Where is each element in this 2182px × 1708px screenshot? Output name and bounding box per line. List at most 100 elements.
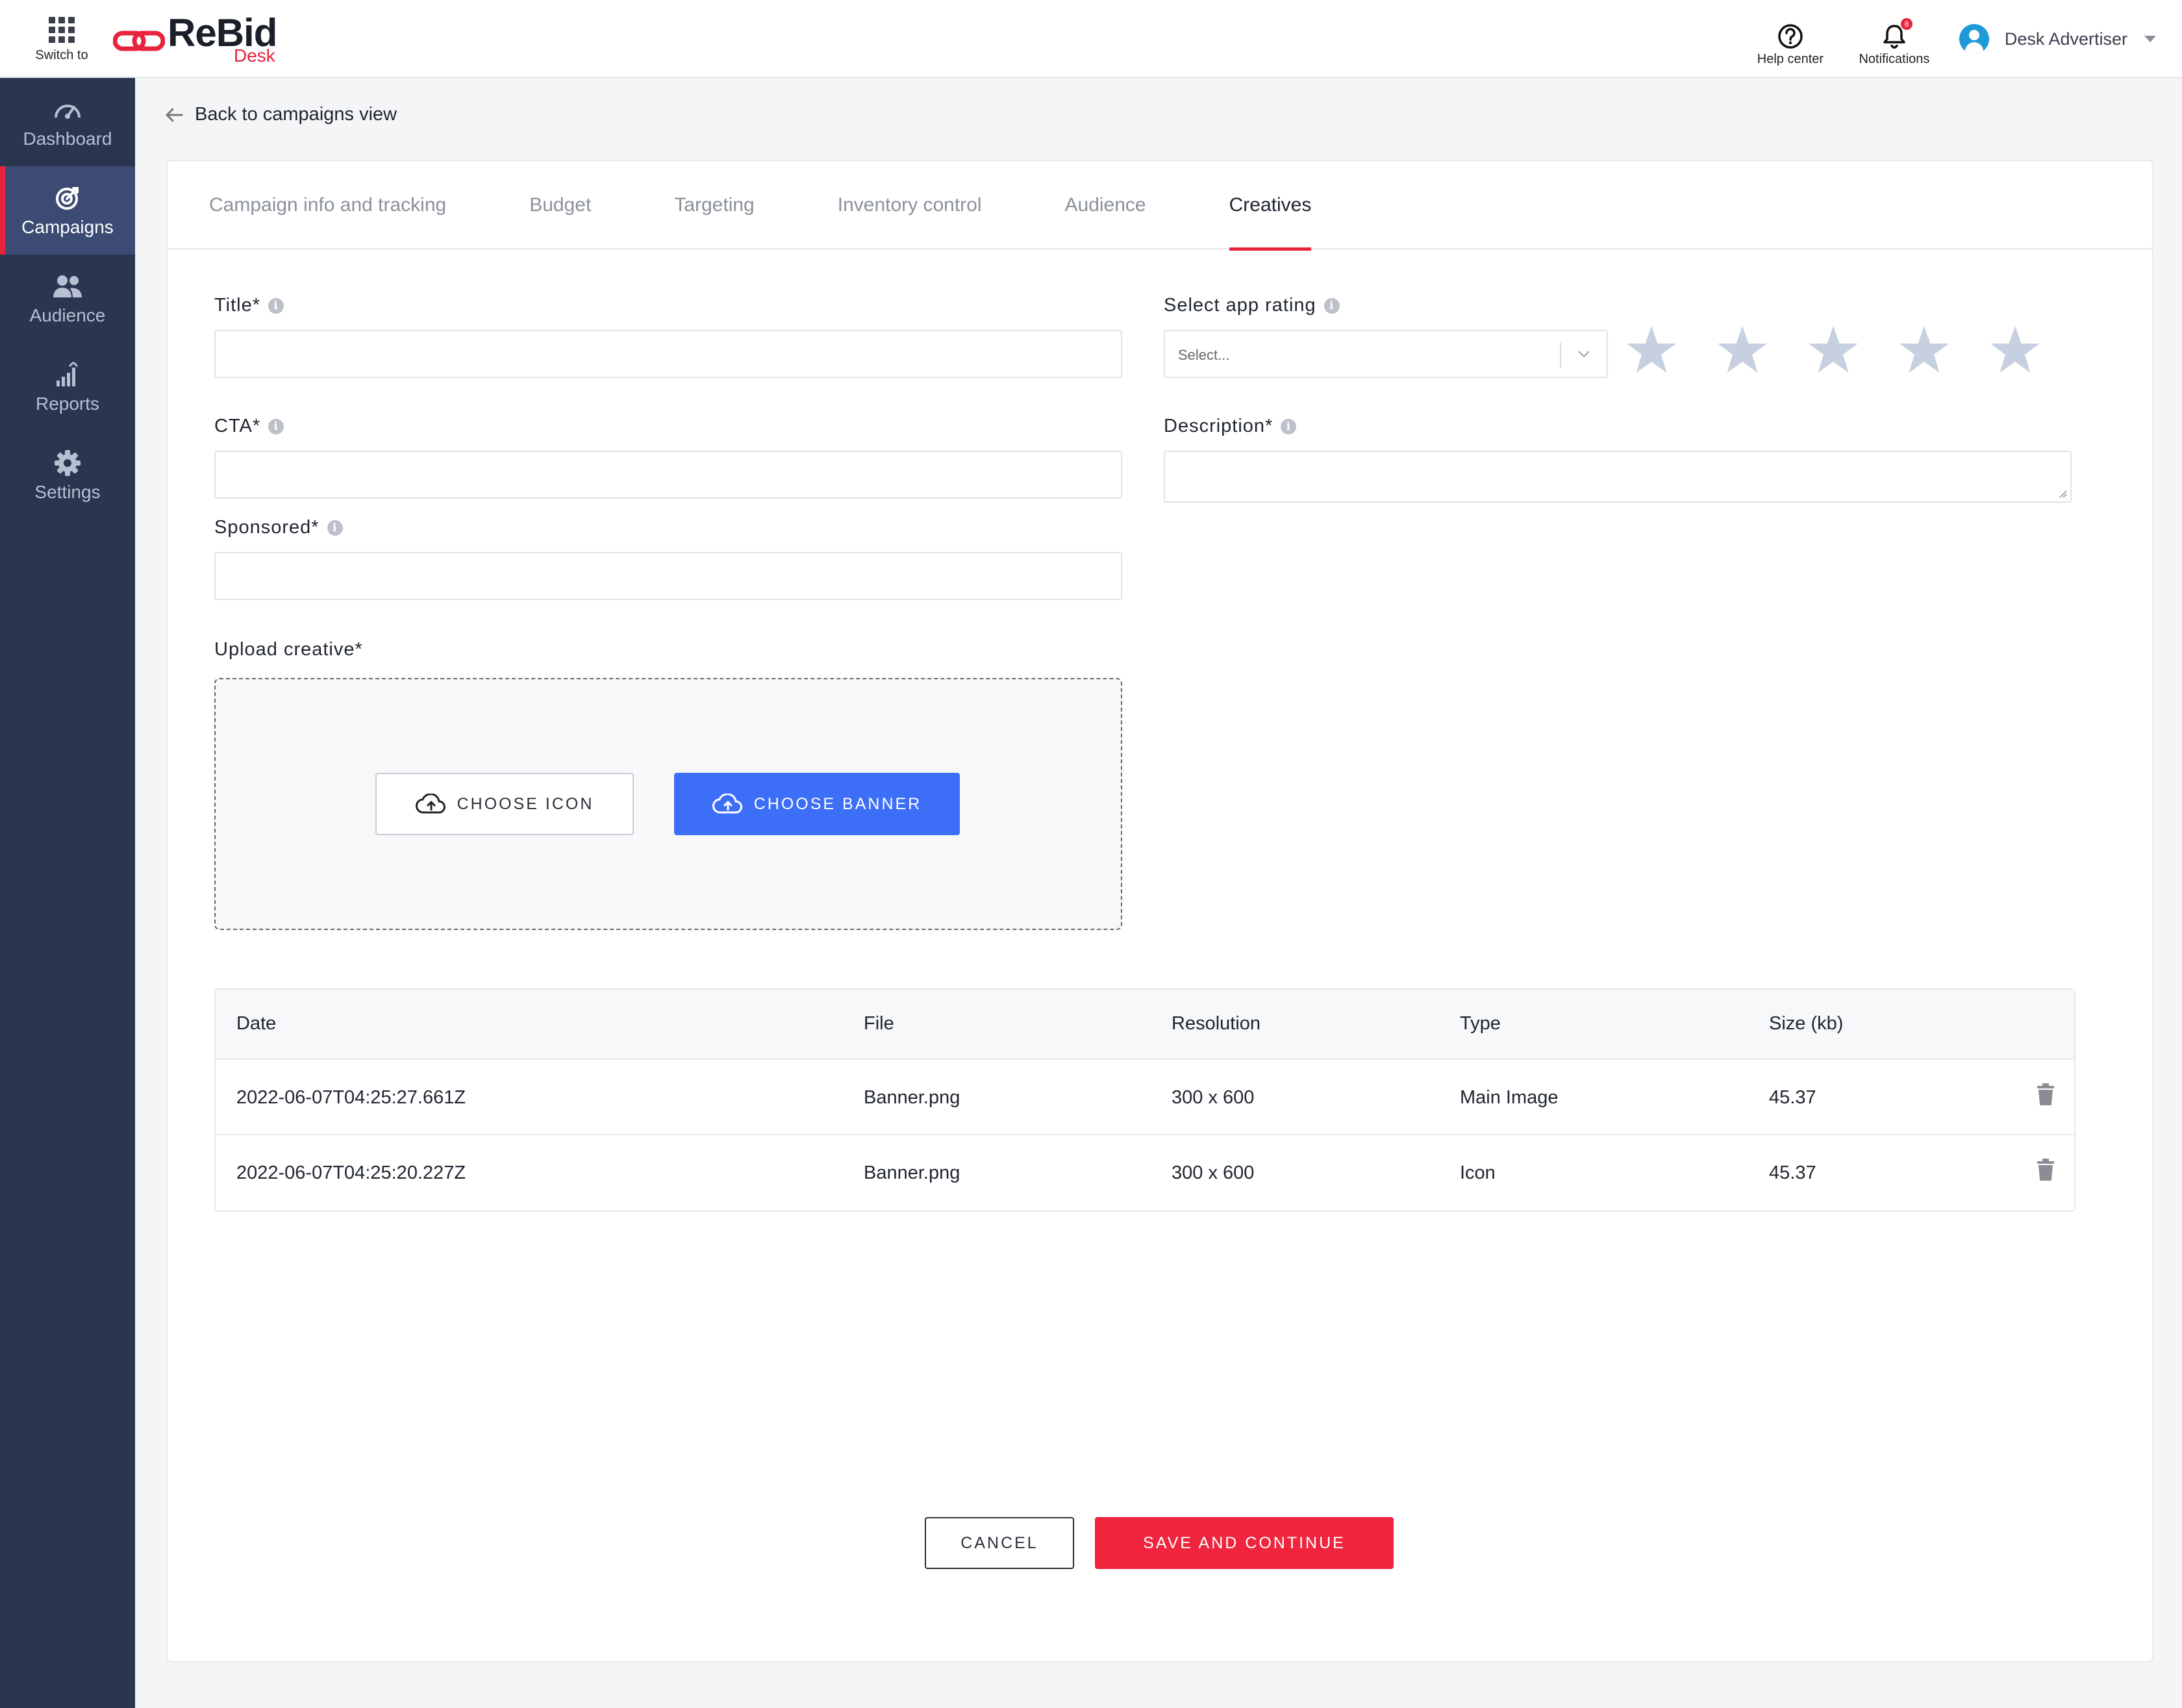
user-name: Desk Advertiser	[2004, 29, 2127, 49]
notifications-button[interactable]: 8 Notifications	[1842, 12, 1946, 67]
chevron-down-icon	[1578, 351, 1590, 358]
help-center-button[interactable]: Help center	[1738, 12, 1842, 67]
cell-resolution: 300 x 600	[1172, 1087, 1255, 1108]
sidebar-item-dashboard[interactable]: Dashboard	[0, 78, 135, 166]
cell-date: 2022-06-07T04:25:20.227Z	[236, 1162, 466, 1183]
sidebar-item-label: Dashboard	[23, 129, 112, 149]
info-icon[interactable]: i	[268, 418, 284, 434]
title-label: Title* i	[214, 295, 284, 316]
column-header-size[interactable]: Size (kb)	[1769, 1013, 1843, 1035]
info-icon[interactable]: i	[327, 520, 343, 536]
title-input[interactable]	[214, 330, 1122, 378]
user-menu[interactable]: Desk Advertiser	[1959, 24, 2156, 54]
cloud-upload-icon	[712, 794, 742, 814]
cell-date: 2022-06-07T04:25:27.661Z	[236, 1087, 466, 1108]
column-header-file[interactable]: File	[864, 1013, 894, 1035]
people-icon	[53, 275, 82, 297]
upload-creative-label: Upload creative*	[214, 639, 363, 660]
help-center-label: Help center	[1757, 51, 1824, 66]
sponsored-input[interactable]	[214, 552, 1122, 600]
campaign-tabs: Campaign info and tracking Budget Target…	[168, 161, 2152, 251]
column-header-resolution[interactable]: Resolution	[1172, 1013, 1260, 1035]
table-header: Date File Resolution Type Size (kb)	[216, 990, 2074, 1060]
info-icon[interactable]: i	[1281, 418, 1297, 434]
description-label-text: Description*	[1164, 416, 1273, 436]
arrow-left-icon	[166, 108, 183, 121]
avatar	[1959, 24, 1989, 54]
sidebar-item-label: Settings	[34, 482, 101, 502]
table-row: 2022-06-07T04:25:20.227Z Banner.png 300 …	[216, 1135, 2074, 1211]
app-rating-select[interactable]: Select...	[1164, 330, 1608, 378]
notification-count-badge: 8	[1900, 18, 1912, 30]
campaign-editor-panel: Campaign info and tracking Budget Target…	[166, 160, 2153, 1663]
apps-grid-icon	[49, 17, 75, 43]
rebid-logo[interactable]: ReBid Desk	[110, 9, 292, 68]
tab-campaign-info[interactable]: Campaign info and tracking	[209, 161, 446, 249]
description-label: Description* i	[1164, 416, 1297, 437]
tab-budget[interactable]: Budget	[529, 161, 591, 249]
tab-audience[interactable]: Audience	[1065, 161, 1146, 249]
sidebar-item-settings[interactable]: Settings	[0, 431, 135, 520]
star-icon[interactable]	[1625, 325, 1678, 380]
column-header-date[interactable]: Date	[236, 1013, 276, 1035]
upload-dropzone[interactable]: CHOOSE ICON CHOOSE BANNER	[214, 678, 1122, 930]
trash-icon[interactable]	[2037, 1159, 2055, 1181]
target-icon	[56, 187, 79, 210]
cell-type: Main Image	[1460, 1087, 1559, 1108]
notifications-label: Notifications	[1859, 51, 1930, 66]
app-rating-label: Select app rating i	[1164, 295, 1340, 316]
star-icon[interactable]	[1898, 325, 1951, 380]
gear-icon	[55, 450, 81, 476]
cell-file: Banner.png	[864, 1162, 960, 1183]
sidebar-item-reports[interactable]: Reports	[0, 343, 135, 431]
info-icon[interactable]: i	[1323, 297, 1340, 314]
select-separator	[1560, 343, 1561, 368]
cell-type: Icon	[1460, 1162, 1496, 1183]
app-rating-stars	[1625, 325, 2079, 380]
sponsored-label-text: Sponsored*	[214, 517, 320, 538]
switch-to-label: Switch to	[35, 48, 88, 62]
choose-banner-button[interactable]: CHOOSE BANNER	[674, 773, 960, 835]
back-link-label: Back to campaigns view	[195, 104, 397, 125]
link-logo-icon	[113, 31, 165, 51]
sidebar: Dashboard Campaigns Audience Reports Set…	[0, 78, 135, 1708]
tab-creatives[interactable]: Creatives	[1229, 161, 1311, 251]
logo-subtitle: Desk	[234, 45, 275, 66]
sponsored-label: Sponsored* i	[214, 517, 343, 538]
cloud-upload-icon	[415, 794, 445, 814]
choose-banner-label: CHOOSE BANNER	[753, 794, 922, 813]
save-and-continue-button[interactable]: SAVE AND CONTINUE	[1095, 1517, 1394, 1569]
trash-icon[interactable]	[2037, 1083, 2055, 1105]
choose-icon-label: CHOOSE ICON	[457, 794, 594, 813]
info-icon[interactable]: i	[268, 297, 284, 314]
table-row: 2022-06-07T04:25:27.661Z Banner.png 300 …	[216, 1060, 2074, 1135]
upload-creative-label-text: Upload creative*	[214, 639, 363, 660]
sidebar-item-label: Reports	[35, 394, 100, 414]
top-bar: Switch to ReBid Desk Help center 8 Notif…	[0, 0, 2182, 78]
cell-resolution: 300 x 600	[1172, 1162, 1255, 1183]
sidebar-item-label: Audience	[29, 305, 106, 325]
tab-targeting[interactable]: Targeting	[674, 161, 754, 249]
cell-size: 45.37	[1769, 1087, 1816, 1108]
sidebar-item-campaigns[interactable]: Campaigns	[0, 166, 135, 255]
gauge-icon	[55, 105, 81, 119]
resize-grip-icon[interactable]	[2057, 488, 2068, 499]
app-rating-select-placeholder: Select...	[1178, 347, 1230, 363]
back-to-campaigns-link[interactable]: Back to campaigns view	[165, 104, 397, 125]
cta-label: CTA* i	[214, 416, 284, 437]
switch-to-button[interactable]: Switch to	[26, 13, 97, 63]
choose-icon-button[interactable]: CHOOSE ICON	[375, 773, 634, 835]
cancel-button[interactable]: CANCEL	[925, 1517, 1074, 1569]
app-rating-label-text: Select app rating	[1164, 295, 1316, 316]
cta-input[interactable]	[214, 451, 1122, 499]
top-right-tools: Help center 8 Notifications Desk Adverti…	[1738, 0, 2156, 78]
bar-chart-icon	[56, 361, 79, 386]
star-icon[interactable]	[1716, 325, 1769, 380]
star-icon[interactable]	[1988, 325, 2042, 380]
column-header-type[interactable]: Type	[1460, 1013, 1501, 1035]
caret-down-icon	[2144, 36, 2156, 42]
sidebar-item-audience[interactable]: Audience	[0, 255, 135, 343]
description-textarea[interactable]	[1164, 451, 2072, 503]
tab-inventory-control[interactable]: Inventory control	[838, 161, 982, 249]
star-icon[interactable]	[1807, 325, 1860, 380]
